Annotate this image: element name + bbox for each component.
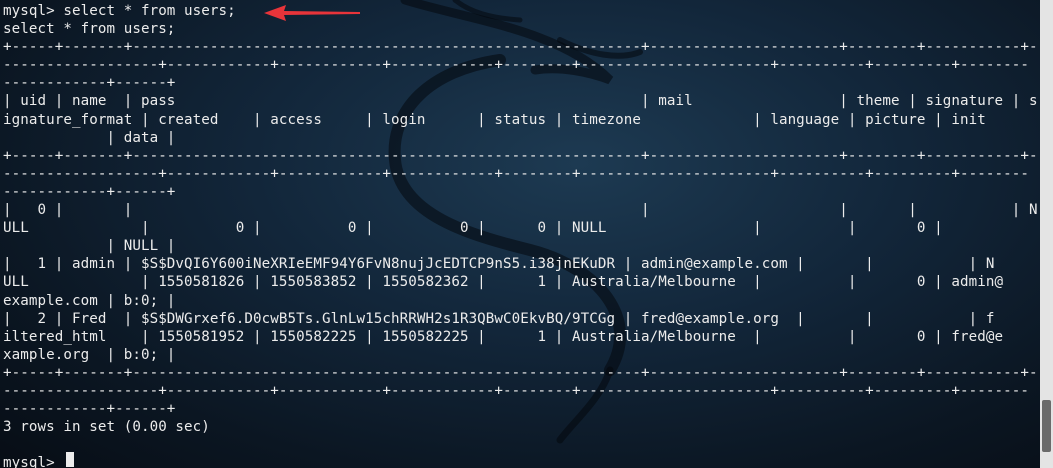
terminal-line: ULL | 0 | 0 | 0 | 0 | NULL | | 0 |: [3, 220, 943, 237]
command-prompt: mysql>: [3, 455, 64, 468]
terminal-line: +-----+-------+-------------------------…: [3, 39, 1040, 56]
terminal-line: ------------------+------------+--------…: [3, 165, 1029, 182]
terminal-line: | 2 | Fred | $S$DWGrxef6.D0cwB5Ts.GlnLw1…: [3, 310, 995, 327]
terminal-line: xample.org | b:0; |: [3, 346, 176, 363]
terminal-output: mysql> select * from users; select * from…: [3, 2, 1040, 468]
terminal-line: example.com | b:0; |: [3, 292, 176, 309]
terminal-line: ------------+------+: [3, 401, 176, 418]
terminal-line: | uid | name | pass | mail | theme | sig…: [3, 93, 1038, 110]
terminal-line: select * from users;: [3, 21, 176, 38]
terminal-line: | 1 | admin | $S$DvQI6Y600iNeXRIeEMF94Y6…: [3, 256, 995, 273]
scrollbar-thumb[interactable]: [1042, 400, 1051, 452]
terminal-line: ignature_format | created | access | log…: [3, 111, 986, 128]
terminal-line: ------------------+------------+--------…: [3, 382, 1029, 399]
terminal-line: +-----+-------+-------------------------…: [3, 147, 1040, 164]
terminal-line: | data |: [3, 129, 176, 146]
result-summary: 3 rows in set (0.00 sec): [3, 419, 210, 436]
terminal-line: +-----+-------+-------------------------…: [3, 364, 1040, 381]
terminal-line: ULL | 1550581826 | 1550583852 | 15505823…: [3, 274, 1004, 291]
terminal-window[interactable]: mysql> select * from users; select * from…: [0, 0, 1040, 468]
terminal-line: | 0 | | | | | | N: [3, 202, 1038, 219]
terminal-line: ------------------+------------+--------…: [3, 57, 1029, 74]
terminal-line: iltered_html | 1550581952 | 1550582225 |…: [3, 328, 1004, 345]
terminal-line: | NULL |: [3, 238, 176, 255]
red-arrow-icon: [264, 5, 360, 21]
terminal-line: ------------+------+: [3, 183, 176, 200]
sql-command-line: mysql> select * from users;: [3, 3, 236, 19]
terminal-cursor: [66, 452, 74, 467]
vertical-scrollbar[interactable]: [1040, 0, 1053, 468]
terminal-line: ------------+------+: [3, 75, 176, 92]
